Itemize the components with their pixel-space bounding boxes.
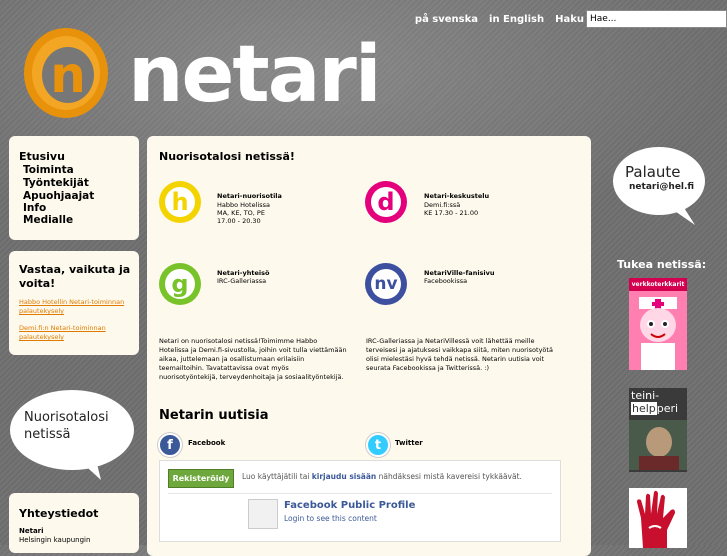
contact-name: Netari bbox=[19, 527, 44, 535]
service-line: KE 17.30 - 21.00 bbox=[424, 209, 479, 217]
facebook-icon[interactable]: f bbox=[158, 433, 182, 457]
service-line: 17.00 - 20.30 bbox=[217, 217, 261, 225]
netariville-icon[interactable]: nv bbox=[365, 263, 407, 305]
intro-paragraph-left: Netari on nuorisotalosi netissä!Toimimme… bbox=[159, 337, 347, 381]
galleria-icon[interactable]: g bbox=[159, 263, 201, 305]
avatar bbox=[248, 499, 278, 529]
teini-helpperi-banner[interactable]: teini- helpperi bbox=[629, 388, 687, 472]
nav-item-medialle[interactable]: Medialle bbox=[23, 214, 73, 226]
news-title: Netarin uutisia bbox=[159, 408, 269, 423]
nav-item-info[interactable]: Info bbox=[23, 202, 46, 214]
banner-text: teini- bbox=[631, 389, 660, 402]
lang-swedish-link[interactable]: på svenska bbox=[415, 14, 478, 25]
habbo-survey-link[interactable]: Habbo Hotellin Netari-toiminnan palautek… bbox=[19, 298, 137, 316]
facebook-profile-name[interactable]: Facebook Public Profile bbox=[284, 500, 415, 511]
service-line: Habbo Hotelissa bbox=[217, 201, 270, 209]
bubble-left-line2: netissä bbox=[24, 427, 71, 442]
feedback-email[interactable]: netari@hel.fi bbox=[629, 182, 694, 192]
banner-text-2: helpperi bbox=[631, 402, 679, 415]
facebook-profile-sub[interactable]: Login to see this content bbox=[284, 514, 377, 523]
service-line: Demi.fi:ssä bbox=[424, 201, 461, 209]
divider bbox=[168, 493, 552, 494]
hand-campaign-banner[interactable] bbox=[629, 488, 687, 548]
register-button[interactable]: Rekisteröidy bbox=[168, 469, 234, 488]
twitter-link[interactable]: Twitter bbox=[395, 439, 423, 447]
service-name-demi[interactable]: Netari-keskustelu bbox=[424, 192, 489, 200]
survey-heading: Vastaa, vaikuta ja voita! bbox=[19, 263, 131, 290]
nav-item-apuohjaajat[interactable]: Apuohjaajat bbox=[23, 190, 94, 202]
demi-survey-link[interactable]: Demi.fi:n Netari-toiminnan palautekysely bbox=[19, 324, 137, 342]
service-line: MA, KE, TO, PE bbox=[217, 209, 265, 217]
logo-letter: n bbox=[50, 46, 86, 104]
survey-panel: Vastaa, vaikuta ja voita! Habbo Hotellin… bbox=[9, 251, 139, 355]
feedback-bubble[interactable]: Palaute netari@hel.fi bbox=[611, 145, 706, 225]
nav-item-tyontekijat[interactable]: Työntekijät bbox=[23, 177, 89, 189]
page-title: Nuorisotalosi netissä! bbox=[159, 150, 295, 163]
facebook-link[interactable]: Facebook bbox=[188, 439, 225, 447]
search-input[interactable] bbox=[586, 10, 727, 28]
demi-icon[interactable]: d bbox=[365, 181, 407, 223]
service-line: Facebookissa bbox=[424, 277, 468, 285]
twitter-icon[interactable]: t bbox=[366, 433, 390, 457]
top-bar: på svenska in English Haku bbox=[415, 8, 727, 30]
main-panel: Nuorisotalosi netissä! h Netari-nuorisot… bbox=[147, 136, 591, 556]
support-title: Tukea netissä: bbox=[617, 258, 707, 271]
bubble-left-line1: Nuorisotalosi bbox=[24, 410, 109, 425]
feedback-title: Palaute bbox=[625, 163, 681, 181]
speech-bubble-left: Nuorisotalosi netissä bbox=[9, 388, 139, 480]
contact-org: Helsingin kaupungin bbox=[19, 536, 91, 544]
nurse-illustration-icon bbox=[639, 297, 677, 370]
service-name-galleria[interactable]: Netari-yhteisö bbox=[217, 269, 269, 277]
nav-home-link[interactable]: Etusivu bbox=[19, 150, 65, 163]
contact-panel: Yhteystiedot Netari Helsingin kaupungin bbox=[9, 493, 139, 553]
logo-text[interactable]: netari bbox=[128, 30, 382, 120]
lang-english-link[interactable]: in English bbox=[489, 14, 544, 25]
teen-illustration-icon bbox=[629, 420, 687, 470]
search-label: Haku bbox=[555, 13, 584, 25]
service-line: IRC-Galleriassa bbox=[217, 277, 267, 285]
intro-paragraph-right: IRC-Galleriassa ja NetariVillessä voit l… bbox=[366, 337, 553, 372]
facebook-login-link[interactable]: kirjaudu sisään bbox=[312, 472, 377, 481]
service-name-netariville[interactable]: NetariVille-fanisivu bbox=[424, 269, 495, 277]
nav-panel: Etusivu Toiminta Työntekijät Apuohjaajat… bbox=[9, 136, 139, 240]
banner-text: verkkoterkkarit bbox=[629, 278, 687, 291]
logo-icon[interactable]: n bbox=[22, 26, 110, 120]
facebook-widget: Rekisteröidy Luo käyttäjätili tai kirjau… bbox=[159, 460, 561, 542]
verkkoterkkarit-banner[interactable]: verkkoterkkarit bbox=[629, 278, 687, 370]
facebook-login-prompt: Luo käyttäjätili tai kirjaudu sisään näh… bbox=[242, 472, 522, 481]
habbo-icon[interactable]: h bbox=[159, 181, 201, 223]
nav-item-toiminta[interactable]: Toiminta bbox=[23, 164, 74, 176]
red-hand-icon bbox=[637, 490, 675, 548]
contact-title: Yhteystiedot bbox=[19, 507, 99, 520]
service-name-habbo[interactable]: Netari-nuorisotila bbox=[217, 192, 282, 200]
